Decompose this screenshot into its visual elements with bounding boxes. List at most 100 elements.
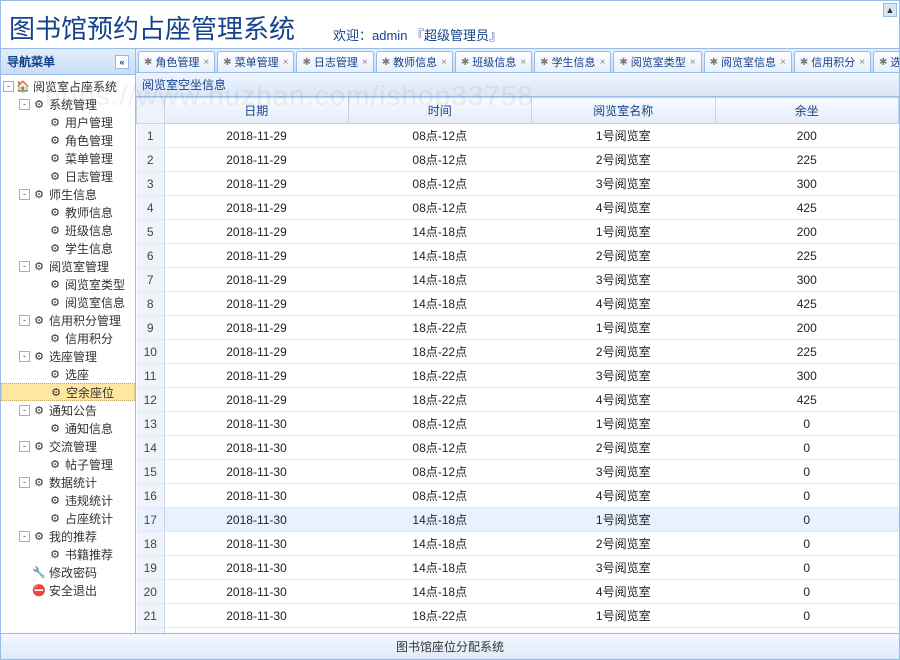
tree-node-icon: ⚙ — [48, 133, 62, 147]
tree-toggle-icon[interactable]: - — [3, 81, 14, 92]
tree-node[interactable]: ⚙阅览室信息 — [1, 293, 135, 311]
table-row[interactable]: 92018-11-2918点-22点1号阅览室200 — [137, 316, 899, 340]
tree-node[interactable]: -⚙交流管理 — [1, 437, 135, 455]
tree-node[interactable]: ⚙班级信息 — [1, 221, 135, 239]
tab-label: 日志管理 — [314, 54, 358, 70]
tab[interactable]: ✱学生信息× — [534, 51, 611, 72]
tree-toggle-icon[interactable]: - — [19, 351, 30, 362]
table-row[interactable]: 62018-11-2914点-18点2号阅览室225 — [137, 244, 899, 268]
close-icon[interactable]: × — [600, 57, 606, 68]
table-row[interactable]: 142018-11-3008点-12点2号阅览室0 — [137, 436, 899, 460]
tree-node-icon: ⚙ — [32, 403, 46, 417]
tree-toggle-icon[interactable]: - — [19, 477, 30, 488]
tree-node[interactable]: -⚙系统管理 — [1, 95, 135, 113]
gear-icon: ✱ — [461, 57, 469, 68]
tab[interactable]: ✱阅览室信息× — [704, 51, 792, 72]
table-row[interactable]: 162018-11-3008点-12点4号阅览室0 — [137, 484, 899, 508]
table-row[interactable]: 132018-11-3008点-12点1号阅览室0 — [137, 412, 899, 436]
tab[interactable]: ✱信用积分× — [794, 51, 871, 72]
tree-node[interactable]: ⛔安全退出 — [1, 581, 135, 599]
tree-toggle-icon[interactable]: - — [19, 315, 30, 326]
tree-toggle-icon[interactable]: - — [19, 99, 30, 110]
tree-node[interactable]: -⚙我的推荐 — [1, 527, 135, 545]
tree-toggle-icon[interactable]: - — [19, 441, 30, 452]
tab[interactable]: ✱班级信息× — [455, 51, 532, 72]
column-header[interactable]: 日期 — [165, 98, 349, 124]
tree-node[interactable]: ⚙空余座位 — [1, 383, 135, 401]
header-scroll-up-icon[interactable]: ▲ — [883, 3, 897, 17]
close-icon[interactable]: × — [283, 57, 289, 68]
tree-node[interactable]: ⚙用户管理 — [1, 113, 135, 131]
tree-toggle-icon[interactable]: - — [19, 405, 30, 416]
tree-node-label: 菜单管理 — [65, 150, 113, 167]
tree-node[interactable]: ⚙违规统计 — [1, 491, 135, 509]
tree-node[interactable]: -⚙通知公告 — [1, 401, 135, 419]
cell-date: 2018-11-29 — [165, 292, 349, 316]
close-icon[interactable]: × — [441, 57, 447, 68]
table-row[interactable]: 112018-11-2918点-22点3号阅览室300 — [137, 364, 899, 388]
tree-node[interactable]: ⚙日志管理 — [1, 167, 135, 185]
close-icon[interactable]: × — [362, 57, 368, 68]
tab[interactable]: ✱日志管理× — [296, 51, 373, 72]
tree-node[interactable]: ⚙阅览室类型 — [1, 275, 135, 293]
column-header[interactable]: 余坐 — [715, 98, 899, 124]
tree-node[interactable]: ⚙教师信息 — [1, 203, 135, 221]
table-row[interactable]: 52018-11-2914点-18点1号阅览室200 — [137, 220, 899, 244]
close-icon[interactable]: × — [859, 57, 865, 68]
table-row[interactable]: 12018-11-2908点-12点1号阅览室200 — [137, 124, 899, 148]
nav-collapse-button[interactable]: « — [115, 55, 129, 69]
table-row[interactable]: 152018-11-3008点-12点3号阅览室0 — [137, 460, 899, 484]
tree-node[interactable]: ⚙通知信息 — [1, 419, 135, 437]
tab[interactable]: ✱阅览室类型× — [613, 51, 701, 72]
cell-date: 2018-11-29 — [165, 388, 349, 412]
table-row[interactable]: 122018-11-2918点-22点4号阅览室425 — [137, 388, 899, 412]
tree-node[interactable]: ⚙占座统计 — [1, 509, 135, 527]
tree-node[interactable]: ⚙书籍推荐 — [1, 545, 135, 563]
tree-node[interactable]: ⚙选座 — [1, 365, 135, 383]
tree-node[interactable]: -⚙阅览室管理 — [1, 257, 135, 275]
table-row[interactable]: 42018-11-2908点-12点4号阅览室425 — [137, 196, 899, 220]
tree-node-label: 书籍推荐 — [65, 546, 113, 563]
tree-toggle-icon[interactable]: - — [19, 189, 30, 200]
tree-node[interactable]: -⚙师生信息 — [1, 185, 135, 203]
table-row[interactable]: 192018-11-3014点-18点3号阅览室0 — [137, 556, 899, 580]
tab-strip: ✱角色管理×✱菜单管理×✱日志管理×✱教师信息×✱班级信息×✱学生信息×✱阅览室… — [136, 49, 899, 73]
cell-room: 4号阅览室 — [532, 292, 716, 316]
tree-node[interactable]: ⚙菜单管理 — [1, 149, 135, 167]
tab[interactable]: ✱角色管理× — [138, 51, 215, 72]
tree-toggle-icon[interactable]: - — [19, 261, 30, 272]
close-icon[interactable]: × — [520, 57, 526, 68]
tree-node[interactable]: ⚙信用积分 — [1, 329, 135, 347]
tab[interactable]: ✱菜单管理× — [217, 51, 294, 72]
tree-node[interactable]: -⚙数据统计 — [1, 473, 135, 491]
cell-left: 0 — [715, 532, 899, 556]
table-row[interactable]: 202018-11-3014点-18点4号阅览室0 — [137, 580, 899, 604]
table-row[interactable]: 212018-11-3018点-22点1号阅览室0 — [137, 604, 899, 628]
close-icon[interactable]: × — [203, 57, 209, 68]
tree-node[interactable]: ⚙学生信息 — [1, 239, 135, 257]
table-row[interactable]: 182018-11-3014点-18点2号阅览室0 — [137, 532, 899, 556]
tree-node-label: 选座管理 — [49, 348, 97, 365]
app-title: 图书馆预约占座管理系统 — [1, 7, 303, 48]
tree-node-label: 交流管理 — [49, 438, 97, 455]
tree-node[interactable]: -🏠阅览室占座系统 — [1, 77, 135, 95]
table-row[interactable]: 102018-11-2918点-22点2号阅览室225 — [137, 340, 899, 364]
tree-node[interactable]: ⚙角色管理 — [1, 131, 135, 149]
table-row[interactable]: 22018-11-2908点-12点2号阅览室225 — [137, 148, 899, 172]
tree-node[interactable]: 🔧修改密码 — [1, 563, 135, 581]
nav-header: 导航菜单 « — [1, 49, 135, 75]
close-icon[interactable]: × — [690, 57, 696, 68]
tree-node[interactable]: ⚙帖子管理 — [1, 455, 135, 473]
tree-node[interactable]: -⚙信用积分管理 — [1, 311, 135, 329]
column-header[interactable]: 阅览室名称 — [532, 98, 716, 124]
table-row[interactable]: 32018-11-2908点-12点3号阅览室300 — [137, 172, 899, 196]
tree-node[interactable]: -⚙选座管理 — [1, 347, 135, 365]
tree-toggle-icon[interactable]: - — [19, 531, 30, 542]
table-row[interactable]: 172018-11-3014点-18点1号阅览室0 — [137, 508, 899, 532]
table-row[interactable]: 72018-11-2914点-18点3号阅览室300 — [137, 268, 899, 292]
table-row[interactable]: 82018-11-2914点-18点4号阅览室425 — [137, 292, 899, 316]
tab[interactable]: ✱选座× — [873, 51, 899, 72]
close-icon[interactable]: × — [780, 57, 786, 68]
column-header[interactable]: 时间 — [348, 98, 532, 124]
tab[interactable]: ✱教师信息× — [376, 51, 453, 72]
